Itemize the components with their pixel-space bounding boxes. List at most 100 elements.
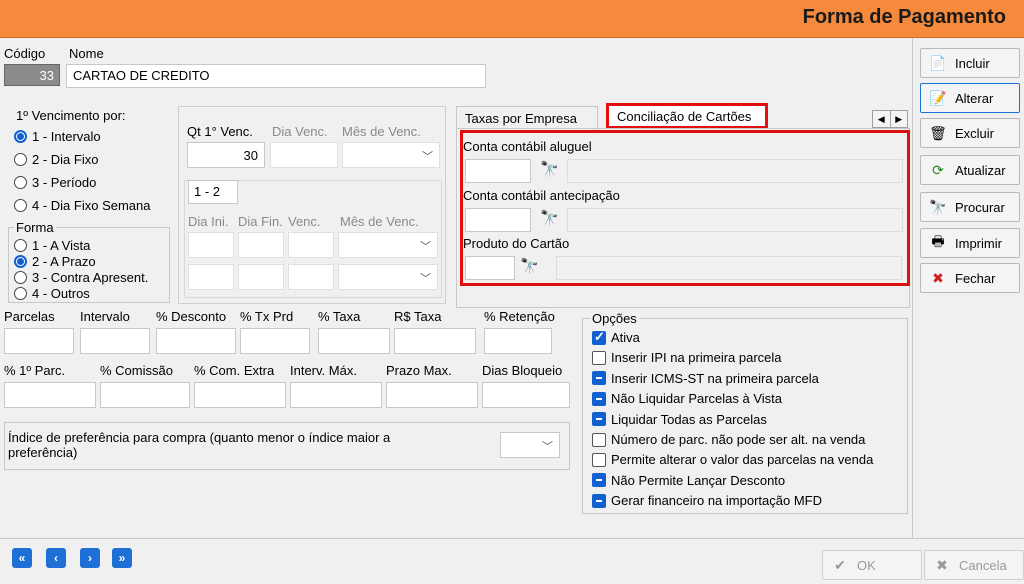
chevron-down-icon: ﹀ [542, 441, 553, 453]
alterar-button[interactable]: 📝 Alterar [920, 83, 1020, 113]
checkbox-icon [592, 452, 606, 467]
opcao-checkbox-6[interactable]: Número de parc. não pode ser alt. na ven… [592, 432, 865, 447]
qt-venc-label: Qt 1° Venc. [187, 124, 253, 139]
opcoes-label: Opções [590, 311, 639, 326]
vencimento-option-label: 3 - Período [32, 175, 97, 190]
row1-field-7[interactable] [484, 328, 552, 354]
mes-venc-label: Mês de Venc. [342, 124, 421, 139]
qt-venc-field[interactable]: 30 [187, 142, 265, 168]
dia-ini-field-2[interactable] [188, 264, 234, 290]
vencimento-option-4[interactable]: 4 - Dia Fixo Semana [14, 198, 151, 213]
binoculars-icon[interactable]: 🔭 [540, 209, 559, 227]
radio-icon [14, 271, 27, 284]
opcao-checkbox-9[interactable]: Gerar financeiro na importação MFD [592, 493, 822, 508]
opcao-checkbox-5[interactable]: Liquidar Todas as Parcelas [592, 412, 767, 427]
dia-venc-label: Dia Venc. [272, 124, 328, 139]
ok-button[interactable]: ✔ OK [822, 550, 922, 580]
prev-record-icon[interactable]: ‹ [46, 548, 66, 568]
forma-option-1[interactable]: 1 - A Vista [14, 238, 90, 253]
ok-label: OK [857, 557, 876, 573]
opcao-checkbox-1[interactable]: Ativa [592, 329, 640, 345]
row2-field-3[interactable] [194, 382, 286, 408]
row2-field-1[interactable] [4, 382, 96, 408]
tab-conciliacao-cartoes[interactable]: Conciliação de Cartões [606, 103, 768, 129]
row1-field-2[interactable] [80, 328, 150, 354]
forma-option-3[interactable]: 3 - Contra Apresent. [14, 270, 148, 285]
imprimir-button[interactable]: 🖶 Imprimir [920, 228, 1020, 258]
refresh-icon: ⟳ [932, 161, 944, 178]
opcao-checkbox-4[interactable]: Não Liquidar Parcelas à Vista [592, 391, 782, 406]
close-icon: ✖ [932, 269, 944, 286]
dia-fin-field-1[interactable] [238, 232, 284, 258]
row2-label-3: % Com. Extra [194, 363, 275, 378]
produto-cartao-label: Produto do Cartão [463, 236, 570, 251]
row2-field-6[interactable] [482, 382, 570, 408]
atualizar-button[interactable]: ⟳ Atualizar [920, 155, 1020, 185]
row1-field-4[interactable] [240, 328, 310, 354]
row1-label-7: % Retenção [484, 309, 555, 324]
cancela-button[interactable]: ✖ Cancela [924, 550, 1024, 580]
forma-option-2[interactable]: 2 - A Prazo [14, 254, 96, 269]
codigo-field[interactable]: 33 [4, 64, 60, 86]
indice-select[interactable]: ﹀ [500, 432, 560, 458]
excluir-button[interactable]: 🗑 Excluir [920, 118, 1020, 148]
dia-venc-field[interactable] [270, 142, 338, 168]
row1-field-5[interactable] [318, 328, 390, 354]
dia-fin-field-2[interactable] [238, 264, 284, 290]
nome-field[interactable]: CARTAO DE CREDITO [66, 64, 486, 88]
vencimento-option-label: 4 - Dia Fixo Semana [32, 198, 151, 213]
forma-option-4[interactable]: 4 - Outros [14, 286, 90, 301]
opcao-checkbox-3[interactable]: Inserir ICMS-ST na primeira parcela [592, 371, 819, 386]
nome-value: CARTAO DE CREDITO [73, 68, 210, 83]
row1-field-6[interactable] [394, 328, 476, 354]
incluir-button[interactable]: 📄 Incluir [920, 48, 1020, 78]
checkbox-icon [592, 493, 606, 508]
opcao-checkbox-2[interactable]: Inserir IPI na primeira parcela [592, 350, 782, 365]
opcao-label: Não Permite Lançar Desconto [611, 472, 786, 488]
vencimento-option-label: 2 - Dia Fixo [32, 152, 99, 167]
dia-ini-field-1[interactable] [188, 232, 234, 258]
tab-scroll-left-icon[interactable]: ◀ [873, 111, 890, 127]
first-record-icon[interactable]: « [12, 548, 32, 568]
vencimento-option-3[interactable]: 3 - Período [14, 175, 96, 190]
mes-venc-select-1[interactable]: ﹀ [338, 232, 438, 258]
vencimento-option-2[interactable]: 2 - Dia Fixo [14, 152, 98, 167]
printer-icon: 🖶 [931, 233, 945, 249]
document-icon: 📄 [929, 54, 947, 71]
tab-taxas-por-empresa[interactable]: Taxas por Empresa [456, 106, 598, 130]
range-field[interactable]: 1 - 2 [188, 180, 238, 204]
fechar-button[interactable]: ✖ Fechar [920, 263, 1020, 293]
tab-scroll-right-icon[interactable]: ▶ [889, 111, 908, 127]
checkbox-icon [592, 391, 606, 406]
mes-venc-select-2[interactable]: ﹀ [338, 264, 438, 290]
vencimento-option-label: 1 - Intervalo [32, 129, 101, 144]
radio-icon [14, 176, 27, 189]
row2-field-5[interactable] [386, 382, 478, 408]
mes-venc2-label: Mês de Venc. [340, 214, 419, 229]
opcao-checkbox-8[interactable]: Não Permite Lançar Desconto [592, 473, 785, 488]
radio-icon [14, 130, 27, 143]
forma-option-label: 3 - Contra Apresent. [32, 270, 149, 285]
mes-venc-select[interactable]: ﹀ [342, 142, 440, 168]
produto-cartao-field[interactable] [465, 256, 515, 280]
opcao-checkbox-7[interactable]: Permite alterar o valor das parcelas na … [592, 452, 873, 467]
row1-field-3[interactable] [156, 328, 236, 354]
binoculars-icon[interactable]: 🔭 [540, 160, 559, 178]
last-record-icon[interactable]: » [112, 548, 132, 568]
conta-aluguel-field[interactable] [465, 159, 531, 183]
venc-field-1[interactable] [288, 232, 334, 258]
qt-venc-value: 30 [243, 148, 258, 163]
venc-field-2[interactable] [288, 264, 334, 290]
row2-field-2[interactable] [100, 382, 190, 408]
conta-aluguel-desc [567, 159, 903, 183]
row1-field-1[interactable] [4, 328, 74, 354]
binoculars-icon[interactable]: 🔭 [520, 257, 539, 275]
conta-antecipacao-field[interactable] [465, 208, 531, 232]
forma-option-label: 1 - A Vista [32, 238, 91, 253]
row2-field-4[interactable] [290, 382, 382, 408]
vencimento-option-1[interactable]: 1 - Intervalo [14, 129, 101, 144]
codigo-label: Código [4, 46, 46, 61]
next-record-icon[interactable]: › [80, 548, 100, 568]
procurar-button[interactable]: 🔭 Procurar [920, 192, 1020, 222]
title-bar: Forma de Pagamento [0, 0, 1024, 38]
